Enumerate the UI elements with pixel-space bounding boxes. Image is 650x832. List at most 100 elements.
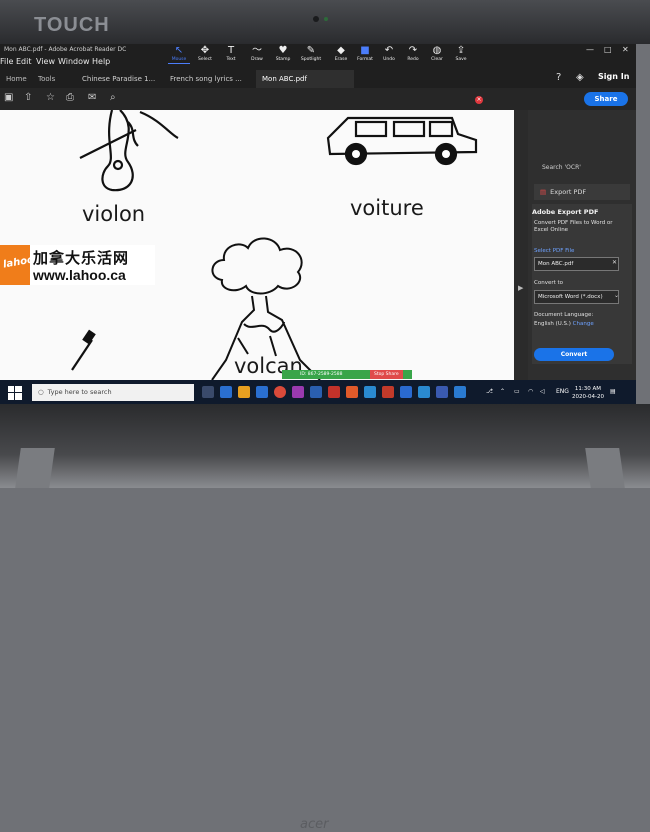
zoom-icon[interactable] [418, 386, 430, 398]
selected-file-field[interactable]: Mon ABC.pdf [534, 257, 619, 271]
file-explorer-icon[interactable] [238, 386, 250, 398]
chrome-icon[interactable] [274, 386, 286, 398]
mouse-icon: ↖ [174, 45, 184, 56]
search-icon: ○ [38, 388, 44, 396]
collapse-pane-icon[interactable]: ▶ [518, 284, 523, 292]
volume-icon[interactable]: ◁ [540, 388, 545, 395]
remove-file-icon[interactable]: ✕ [612, 259, 617, 266]
tool-redo[interactable]: ↷ Redo [402, 45, 424, 63]
hinge-left [15, 448, 55, 488]
stop-share-button[interactable]: Stop Share [370, 370, 403, 379]
help-icon[interactable]: ? [556, 72, 561, 83]
laptop-bezel-top: TOUCH [0, 0, 650, 44]
webcam-led [324, 17, 328, 21]
tray-expand-icon[interactable]: ⌃ [500, 388, 505, 395]
watermark-chinese-name: 加拿大乐活网 [33, 249, 130, 267]
change-language-link[interactable]: Change [573, 321, 594, 327]
spotlight-icon: ✎ [306, 45, 316, 56]
tools-pane: Search 'OCR' ▤ Export PDF Adobe Export PD… [528, 110, 636, 380]
draw-icon: 〜 [252, 45, 262, 56]
tool-format[interactable]: ■ Format [354, 45, 376, 63]
tool-draw[interactable]: 〜 Draw [246, 45, 268, 63]
notifications-icon[interactable]: ◈ [576, 72, 584, 83]
watermark-url: www.lahoo.ca [33, 267, 126, 283]
bezel-logo: TOUCH [34, 14, 110, 36]
acrobat-icon[interactable] [328, 386, 340, 398]
windows-start-icon[interactable] [8, 386, 22, 400]
tab-chinese-paradise[interactable]: Chinese Paradise 1... [76, 70, 161, 88]
document-language-value: English (U.S.) Change [534, 321, 594, 327]
meeting-id: ID: 867-2589-2588 [300, 372, 343, 377]
violin-drawing [79, 110, 179, 192]
taskbar-search-input[interactable]: ○ Type here to search [32, 384, 194, 401]
convert-button[interactable]: Convert [534, 348, 614, 361]
tool-erase[interactable]: ◆ Erase [330, 45, 352, 63]
battery-icon[interactable]: ▭ [514, 388, 520, 395]
menu-help[interactable]: Help [92, 56, 110, 68]
tool-spotlight[interactable]: ✎ Spotlight [300, 45, 322, 63]
webcam [313, 16, 319, 22]
tool-undo[interactable]: ↶ Undo [378, 45, 400, 63]
export-pdf-icon: ▤ [540, 188, 547, 196]
tab-french-song-lyrics[interactable]: French song lyrics ... [164, 70, 248, 88]
sign-in-button[interactable]: Sign In [598, 72, 629, 81]
tool-mouse[interactable]: ↖ Mouse [168, 45, 190, 64]
windows-taskbar: ○ Type here to search ⎇ ⌃ ▭ ◠ ◁ ENG 11:30… [0, 380, 636, 406]
export-heading: Adobe Export PDF [532, 208, 599, 216]
action-center-icon[interactable]: ▤ [610, 388, 616, 395]
maximize-button[interactable]: □ [604, 44, 612, 56]
pane-search-input[interactable]: Search 'OCR' [542, 164, 581, 171]
laptop-brand: acer [300, 817, 329, 832]
share-button[interactable]: Share [584, 92, 628, 106]
laptop-bezel-bottom: acer [0, 404, 650, 832]
language-indicator[interactable]: ENG [556, 388, 569, 395]
tool-text[interactable]: T Text [220, 45, 242, 63]
eraser-icon: ◆ [337, 45, 345, 56]
format-icon: ■ [360, 45, 370, 56]
powerpoint-icon[interactable] [382, 386, 394, 398]
scroll-gutter[interactable] [514, 110, 528, 380]
tab-home[interactable]: Home [0, 70, 33, 88]
tool-clear[interactable]: ◍ Clear [426, 45, 448, 63]
print-icon[interactable]: ⎙ [66, 92, 74, 103]
email-icon[interactable]: ✉ [88, 92, 96, 103]
chevron-down-icon[interactable]: ⌄ [614, 292, 619, 299]
photos-icon[interactable] [436, 386, 448, 398]
people-icon[interactable]: ⎇ [486, 388, 493, 395]
save-file-icon[interactable]: ▣ [4, 92, 13, 103]
ie-icon[interactable] [364, 386, 376, 398]
bookmark-icon[interactable]: ☆ [46, 92, 55, 103]
system-clock[interactable]: 11:30 AM 2020-04-20 [572, 385, 604, 401]
tool-select[interactable]: ✥ Select [194, 45, 216, 63]
close-window-button[interactable]: ✕ [622, 44, 629, 56]
close-toolbar-icon[interactable]: × [475, 96, 483, 104]
word-violon: violon [82, 202, 146, 226]
word-app-icon[interactable] [310, 386, 322, 398]
select-file-label: Select PDF File [534, 248, 575, 254]
menu-file[interactable]: File [0, 56, 13, 68]
menu-view[interactable]: View [36, 56, 55, 68]
convert-format-select[interactable]: Microsoft Word (*.docx) [534, 290, 619, 304]
edge-icon[interactable] [220, 386, 232, 398]
tool-stamp[interactable]: ♥ Stamp [272, 45, 294, 63]
export-description: Convert PDF Files to Word or Excel Onlin… [534, 220, 613, 233]
tab-mon-abc[interactable]: Mon ABC.pdf [256, 70, 354, 88]
meeting-icon[interactable] [454, 386, 466, 398]
outlook-icon[interactable] [400, 386, 412, 398]
export-pdf-item[interactable]: ▤ Export PDF [534, 184, 630, 200]
task-view-icon[interactable] [202, 386, 214, 398]
minimize-button[interactable]: — [586, 44, 594, 56]
stamp-icon: ♥ [278, 45, 288, 56]
store-icon[interactable] [256, 386, 268, 398]
tool-save[interactable]: ⇪ Save [450, 45, 472, 63]
tab-tools[interactable]: Tools [32, 70, 61, 88]
firefox-icon[interactable] [346, 386, 358, 398]
onenote-icon[interactable] [292, 386, 304, 398]
convert-to-label: Convert to [534, 280, 564, 286]
menu-window[interactable]: Window [58, 56, 90, 68]
search-icon[interactable]: ⌕ [110, 92, 116, 103]
menu-edit[interactable]: Edit [16, 56, 32, 68]
network-icon[interactable]: ◠ [528, 388, 533, 395]
tab-bar: Home Tools Chinese Paradise 1... French … [0, 68, 636, 88]
upload-icon[interactable]: ⇧ [24, 92, 32, 103]
